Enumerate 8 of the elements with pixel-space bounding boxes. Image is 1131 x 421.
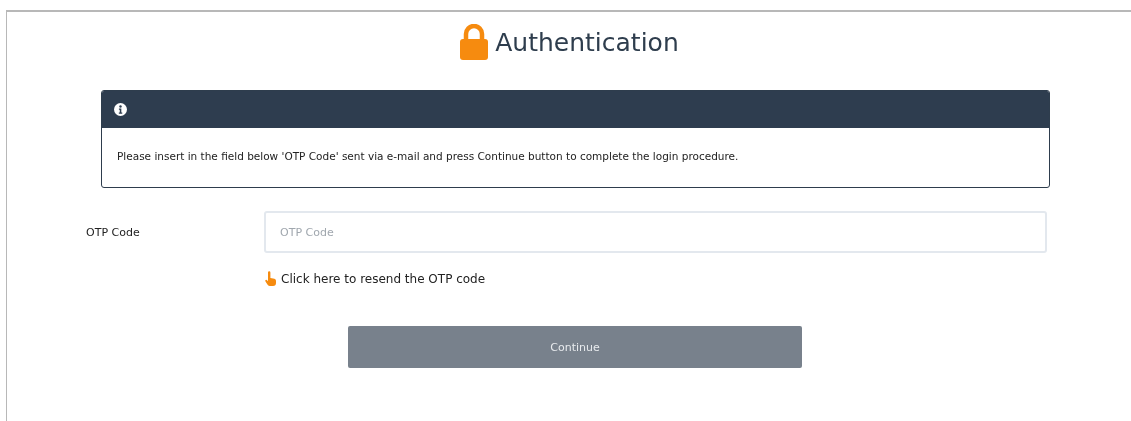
info-message: Please insert in the field below 'OTP Code' sent via e-mail and press Continue button to complete the login procedure.: [116, 149, 740, 164]
page-title: Authentication: [495, 27, 679, 59]
info-icon: [114, 103, 127, 116]
otp-input-field[interactable]: OTP Code: [264, 211, 1047, 253]
lock-icon: [459, 24, 490, 60]
resend-otp-link[interactable]: Click here to resend the OTP code: [281, 271, 486, 286]
otp-label: OTP Code: [86, 225, 141, 239]
pointing-hand-icon: [265, 271, 277, 286]
